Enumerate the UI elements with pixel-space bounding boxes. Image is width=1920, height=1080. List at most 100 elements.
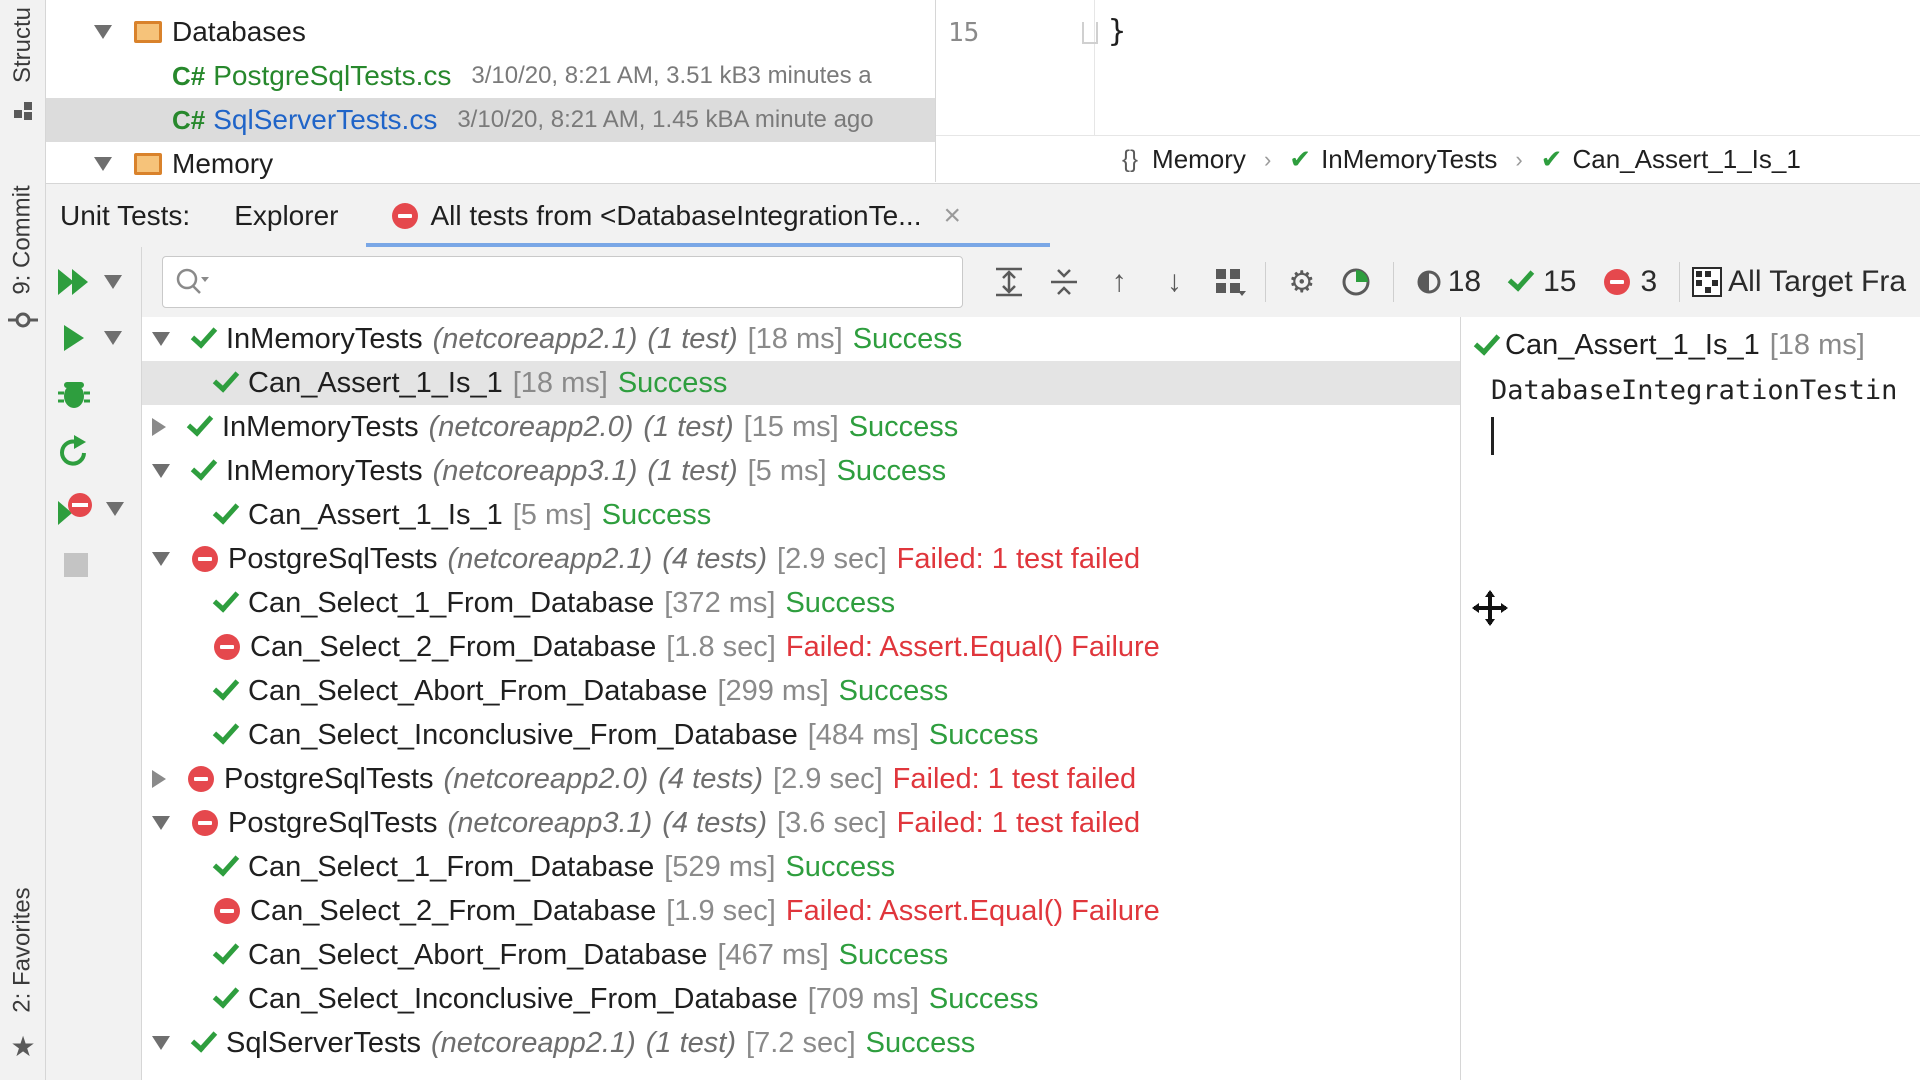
tree-file-postgresql[interactable]: C# PostgreSqlTests.cs 3/10/20, 8:21 AM, … (46, 54, 935, 98)
test-passed-icon: ✔ (1540, 144, 1563, 174)
test-status: Success (865, 1026, 976, 1059)
rerun-icon (60, 435, 86, 466)
expand-arrow-icon[interactable] (94, 157, 112, 171)
test-status: Success (617, 366, 728, 399)
check-icon (212, 849, 240, 877)
check-icon (212, 585, 240, 613)
stop-button[interactable] (64, 553, 88, 577)
test-group-row[interactable]: PostgreSqlTests (netcoreapp2.1) (4 tests) [… (142, 537, 1460, 581)
tool-window-title: Unit Tests: (60, 199, 191, 231)
previous-button[interactable]: ↑ (1092, 254, 1147, 310)
gutter-divider (1094, 0, 1095, 135)
check-icon (212, 673, 240, 701)
debug-button[interactable] (56, 377, 92, 411)
test-row[interactable]: Can_Select_2_From_Database [1.8 sec] Faile… (142, 625, 1460, 669)
collapse-arrow-icon[interactable] (152, 552, 170, 566)
test-status: Failed: 1 test failed (896, 542, 1141, 575)
test-duration: [7.2 sec] (746, 1026, 856, 1059)
check-icon (212, 717, 240, 745)
commit-tab-label: 9: Commit (9, 185, 37, 295)
collapse-arrow-icon[interactable] (152, 332, 170, 346)
test-group-row[interactable]: PostgreSqlTests (netcoreapp3.1) (4 tests) [… (142, 801, 1460, 845)
folder-label: Memory (172, 148, 274, 179)
test-framework: (netcoreapp3.1) (447, 806, 653, 839)
check-icon (1473, 327, 1501, 356)
file-age: 3 minutes a (747, 62, 872, 89)
expand-arrow-icon[interactable] (94, 25, 112, 39)
code-editor[interactable]: 15 } (936, 0, 1920, 135)
tree-file-sqlserver[interactable]: C# SqlServerTests.cs 3/10/20, 8:21 AM, 1… (46, 98, 935, 142)
test-row[interactable]: Can_Select_Abort_From_Database [299 ms] Su… (142, 669, 1460, 713)
test-row[interactable]: Can_Select_1_From_Database [372 ms] Succes… (142, 581, 1460, 625)
test-name: Can_Select_1_From_Database (248, 850, 655, 883)
group-by-button[interactable] (1202, 254, 1257, 310)
run-all-button[interactable] (56, 267, 122, 297)
test-duration: [15 ms] (743, 410, 839, 443)
failed-icon (214, 898, 240, 924)
close-tab-icon[interactable]: × (944, 199, 962, 233)
expand-all-button[interactable] (981, 254, 1036, 310)
rerun-failed-button[interactable] (56, 491, 124, 527)
test-row[interactable]: Can_Select_Abort_From_Database [467 ms] Su… (142, 933, 1460, 977)
gear-icon: ⚙ (1288, 265, 1316, 299)
favorites-tab[interactable]: 2: Favorites (0, 870, 46, 1030)
next-button[interactable]: ↓ (1147, 254, 1202, 310)
collapse-arrow-icon[interactable] (152, 1036, 170, 1050)
namespace-icon: {} (1122, 145, 1139, 173)
bug-icon (58, 382, 90, 408)
rerun-button[interactable] (56, 435, 92, 469)
test-group-row[interactable]: InMemoryTests (netcoreapp2.1) (1 test) [18 … (142, 317, 1460, 361)
test-name: InMemoryTests (226, 454, 423, 487)
passed-tests-count[interactable]: 15 (1507, 264, 1576, 299)
test-group-row[interactable]: InMemoryTests (netcoreapp2.0) (1 test) [15 … (142, 405, 1460, 449)
failed-tests-count[interactable]: 3 (1604, 265, 1657, 299)
collapse-arrow-icon[interactable] (152, 816, 170, 830)
total-tests-count[interactable]: 18 (1416, 265, 1481, 299)
test-duration: [1.9 sec] (666, 894, 776, 927)
file-label: SqlServerTests.cs (213, 104, 438, 135)
expand-arrow-icon[interactable] (152, 418, 166, 436)
test-row[interactable]: Can_Select_Inconclusive_From_Database [70… (142, 977, 1460, 1021)
fold-marker-icon[interactable] (1082, 22, 1098, 44)
expand-arrow-icon[interactable] (152, 770, 166, 788)
search-input[interactable] (217, 268, 917, 296)
structure-tab[interactable]: Structu (0, 0, 46, 90)
test-name: PostgreSqlTests (228, 542, 438, 575)
test-row[interactable]: Can_Select_Inconclusive_From_Database [48… (142, 713, 1460, 757)
file-age: A minute ago (733, 106, 874, 133)
test-output-pane[interactable]: Can_Assert_1_Is_1 [18 ms] DatabaseIntegr… (1460, 317, 1920, 1080)
tab-explorer[interactable]: Explorer (218, 184, 354, 248)
failed-icon (188, 766, 214, 792)
test-row[interactable]: Can_Assert_1_Is_1 [18 ms] Success (142, 361, 1460, 405)
test-row[interactable]: Can_Select_2_From_Database [1.9 sec] Faile… (142, 889, 1460, 933)
coverage-button[interactable] (1330, 254, 1385, 310)
test-name: Can_Select_2_From_Database (250, 630, 657, 663)
tab-all-tests-session[interactable]: All tests from <DatabaseIntegrationTe...… (366, 184, 1051, 248)
tree-folder-databases[interactable]: Databases (46, 10, 935, 54)
test-group-row[interactable]: InMemoryTests (netcoreapp3.1) (1 test) [5 m… (142, 449, 1460, 493)
dropdown-arrow-icon[interactable] (104, 275, 122, 289)
target-framework-filter[interactable]: All Target Fra (1692, 265, 1906, 299)
commit-tab[interactable]: 9: Commit (0, 170, 46, 310)
breadcrumb-item-class[interactable]: InMemoryTests (1321, 144, 1497, 175)
collapse-arrow-icon[interactable] (152, 464, 170, 478)
tree-folder-memory[interactable]: Memory (46, 142, 935, 182)
dropdown-arrow-icon[interactable] (104, 331, 122, 345)
group-by-icon (1215, 269, 1246, 296)
breadcrumb-item-namespace[interactable]: Memory (1152, 144, 1246, 175)
folder-icon (134, 153, 162, 175)
test-group-row[interactable]: SqlServerTests (netcoreapp2.1) (1 test) [7.… (142, 1021, 1460, 1065)
test-row[interactable]: Can_Assert_1_Is_1 [5 ms] Success (142, 493, 1460, 537)
test-group-row[interactable]: PostgreSqlTests (netcoreapp2.0) (4 tests) [… (142, 757, 1460, 801)
test-name: PostgreSqlTests (228, 806, 438, 839)
search-box[interactable] (162, 256, 964, 308)
breadcrumb-item-method[interactable]: Can_Assert_1_Is_1 (1572, 144, 1800, 175)
test-duration: [372 ms] (664, 586, 776, 619)
settings-button[interactable]: ⚙ (1274, 254, 1329, 310)
dropdown-arrow-icon[interactable] (106, 502, 124, 516)
test-row[interactable]: Can_Select_1_From_Database [529 ms] Succes… (142, 845, 1460, 889)
breadcrumb-separator-icon: › (1263, 146, 1272, 172)
collapse-all-button[interactable] (1036, 254, 1091, 310)
run-selected-button[interactable] (56, 323, 122, 353)
arrow-down-icon: ↓ (1166, 265, 1182, 298)
